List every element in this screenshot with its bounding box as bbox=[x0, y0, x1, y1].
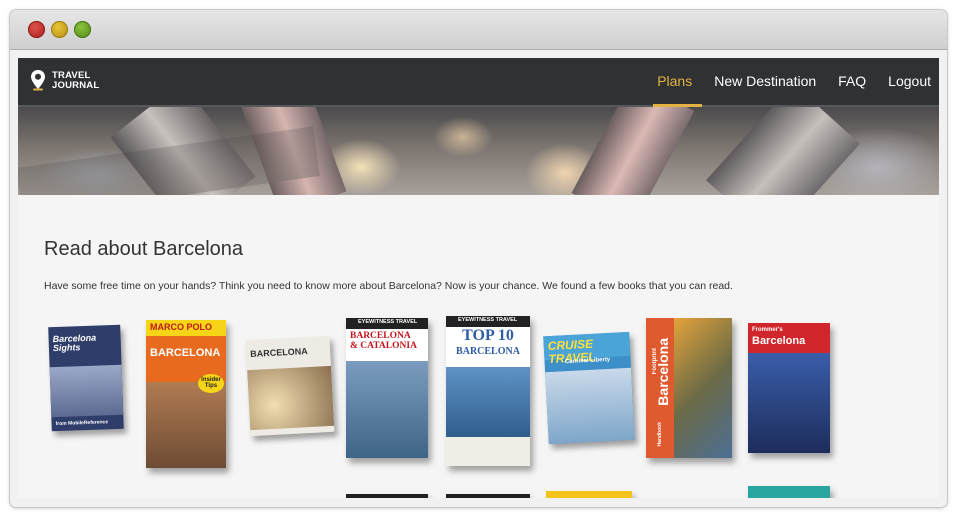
book-cover-row2-2[interactable] bbox=[446, 494, 530, 498]
zoom-dot-icon[interactable] bbox=[74, 21, 91, 38]
book-cover-barcelona-urban-guide[interactable]: BARCELONA bbox=[245, 335, 335, 437]
book-4-series: EYEWITNESS TRAVEL bbox=[358, 319, 418, 325]
window-titlebar bbox=[10, 10, 947, 50]
nav-faq[interactable]: FAQ bbox=[838, 58, 866, 105]
book-2-brand-2: POLO bbox=[186, 322, 213, 332]
book-cover-marco-polo[interactable]: MARCO POLO BARCELONA Insider Tips bbox=[146, 320, 226, 468]
book-5-title: BARCELONA bbox=[456, 346, 520, 357]
book-2-brand-1: MARCO bbox=[150, 322, 184, 332]
book-8-brand: Frommer's bbox=[752, 327, 783, 333]
book-cover-row2-3[interactable] bbox=[546, 491, 632, 498]
nav-plans[interactable]: Plans bbox=[653, 58, 703, 107]
book-8-title: Barcelona bbox=[752, 335, 806, 347]
book-cover-barcelona-sights[interactable]: Barcelona Sights from MobileReference bbox=[48, 324, 124, 432]
main-nav: Plans New Destination FAQ Logout bbox=[635, 58, 931, 107]
book-cover-row2-1[interactable] bbox=[346, 494, 428, 498]
book-2-brand: MARCO POLO bbox=[150, 322, 222, 332]
book-2-title: BARCELONA bbox=[150, 347, 221, 359]
nav-new-destination[interactable]: New Destination bbox=[714, 58, 816, 105]
top-navbar: TRAVEL JOURNAL Plans New Destination FAQ… bbox=[18, 58, 939, 107]
book-2-badge: Insider Tips bbox=[198, 374, 224, 393]
book-cover-row2-4[interactable] bbox=[748, 486, 830, 498]
book-1-title: Barcelona Sights bbox=[52, 333, 117, 354]
book-cover-frommers-barcelona[interactable]: Frommer's Barcelona bbox=[748, 323, 830, 453]
hero-banner-image bbox=[18, 107, 939, 195]
logo-line-2: JOURNAL bbox=[52, 80, 100, 91]
intro-text: Have some free time on your hands? Think… bbox=[44, 280, 733, 292]
page-content: TRAVEL JOURNAL Plans New Destination FAQ… bbox=[18, 58, 939, 498]
book-4-title-line-2: & CATALONIA bbox=[350, 340, 417, 351]
book-cover-cruise-travel[interactable]: CRUISE TRAVEL Carnival Liberty bbox=[543, 331, 635, 445]
book-5-series: EYEWITNESS TRAVEL bbox=[458, 317, 518, 323]
book-cover-dk-barcelona-catalonia[interactable]: EYEWITNESS TRAVEL BARCELONA & CATALONIA bbox=[346, 318, 428, 458]
logo-text: TRAVEL JOURNAL bbox=[52, 71, 132, 91]
nav-logout[interactable]: Logout bbox=[888, 58, 931, 105]
map-pin-icon bbox=[31, 70, 45, 91]
book-4-title: BARCELONA & CATALONIA bbox=[350, 331, 424, 352]
book-3-title: BARCELONA bbox=[250, 346, 308, 360]
book-cover-dk-top10-barcelona[interactable]: EYEWITNESS TRAVEL TOP 10 BARCELONA bbox=[446, 316, 530, 466]
book-1-publisher: from MobileReference bbox=[55, 419, 109, 427]
book-5-top10: TOP 10 bbox=[462, 327, 514, 344]
book-1-title-line-2: Sights bbox=[52, 342, 81, 354]
book-cover-footprint-barcelona[interactable]: Footprint Barcelona Handbook bbox=[646, 318, 732, 458]
page-title: Read about Barcelona bbox=[44, 238, 244, 260]
close-dot-icon[interactable] bbox=[28, 21, 45, 38]
browser-window: TRAVEL JOURNAL Plans New Destination FAQ… bbox=[10, 10, 947, 507]
minimize-dot-icon[interactable] bbox=[51, 21, 68, 38]
